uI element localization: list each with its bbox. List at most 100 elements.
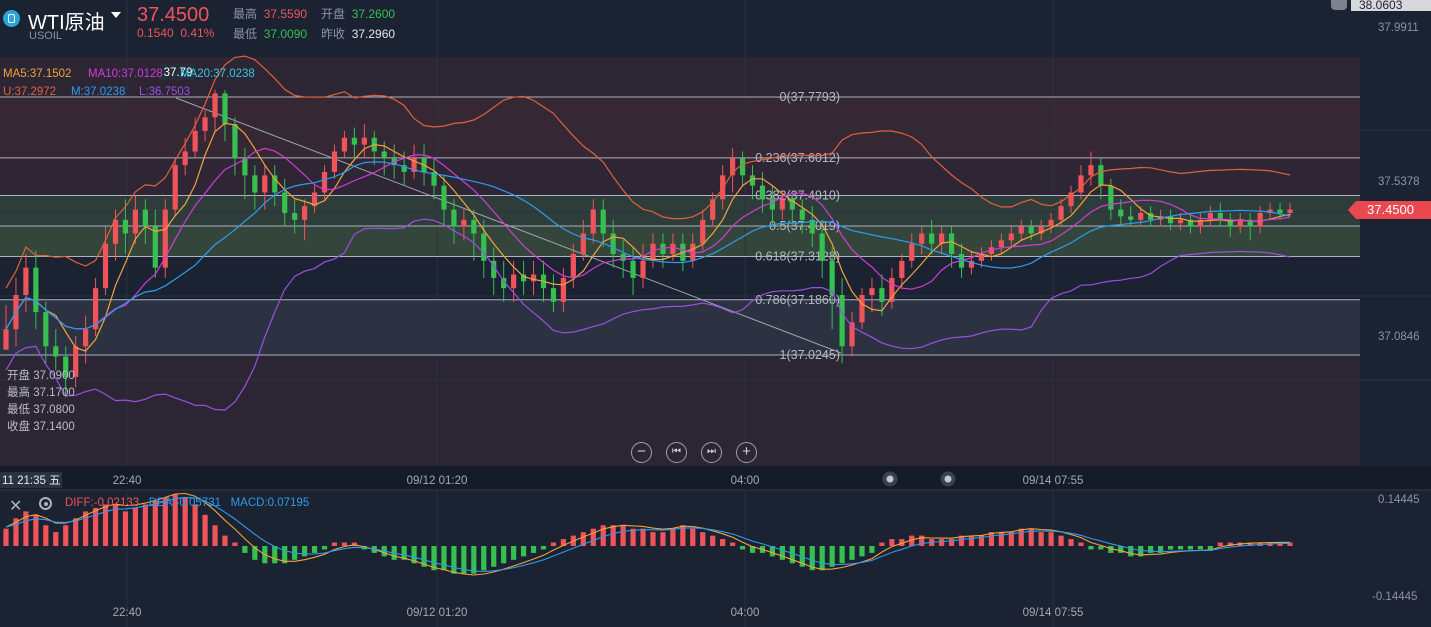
macd-bar xyxy=(530,546,537,553)
macd-bar xyxy=(1197,546,1204,550)
macd-bar xyxy=(43,525,49,546)
macd-bar xyxy=(1217,542,1223,546)
axis-top-label: 38.0603 xyxy=(1351,0,1431,11)
candle-body xyxy=(998,240,1004,248)
current-price-tag: 37.4500 xyxy=(1348,201,1431,219)
candle-body xyxy=(83,329,89,347)
candle-body xyxy=(1138,212,1144,220)
candle-body xyxy=(232,124,238,159)
macd-bar xyxy=(739,546,746,550)
ma5-legend: MA5:37.1502 xyxy=(3,68,72,80)
y-tick-label: 37.0846 xyxy=(1378,331,1420,343)
candle-body xyxy=(1048,219,1054,227)
candle-body xyxy=(640,260,646,278)
macd-bar xyxy=(132,507,138,546)
high-stat: 最高 37.5590 xyxy=(233,5,307,22)
candle-body xyxy=(869,288,875,296)
symbol-dropdown-icon[interactable] xyxy=(111,12,121,18)
cursor-open: 开盘 37.0900 xyxy=(7,370,75,382)
candle-body xyxy=(43,312,49,347)
macd-bar xyxy=(511,546,517,560)
candle-body xyxy=(23,267,29,296)
macd-bar xyxy=(441,546,447,571)
y-tick-label: 37.9911 xyxy=(1378,22,1419,34)
fib-zone xyxy=(0,299,1360,355)
candle-body xyxy=(948,233,955,254)
open-stat: 开盘 37.2600 xyxy=(321,5,395,22)
zoom-in-button[interactable]: + xyxy=(736,442,757,463)
y-tick-label: 37.5378 xyxy=(1378,176,1420,188)
candle-body xyxy=(879,288,885,302)
macd-bar xyxy=(92,507,99,546)
candle-body xyxy=(142,209,148,227)
boll-upper-legend: U:37.2972 xyxy=(3,86,57,98)
macd-bar xyxy=(939,539,945,546)
gear-icon[interactable] xyxy=(39,497,52,510)
candle-body xyxy=(1018,226,1024,234)
macd-bar xyxy=(1167,546,1174,550)
prev-button[interactable]: ⏮ xyxy=(666,442,687,463)
macd-bar xyxy=(3,528,9,546)
candle-body xyxy=(759,185,766,200)
macd-axis-top: 0.14445 xyxy=(1378,494,1420,506)
candle-body xyxy=(1118,209,1124,217)
candle-body xyxy=(570,253,576,278)
macd-bar xyxy=(63,525,69,546)
macd-bar xyxy=(520,546,527,557)
candle-body xyxy=(3,329,9,350)
macd-bar xyxy=(1078,542,1084,546)
candle-body xyxy=(829,260,835,296)
candle-body xyxy=(192,130,198,152)
candle-body xyxy=(590,209,596,234)
candle-body xyxy=(102,243,109,289)
macd-bar xyxy=(1068,539,1074,546)
ma10-legend: MA10:37.0128 xyxy=(88,68,163,80)
x-tick-label: 09/14 07:55 xyxy=(1023,475,1084,487)
scroll-handle-dot xyxy=(886,475,894,483)
cursor-close: 收盘 37.1400 xyxy=(7,421,75,433)
candle-body xyxy=(341,137,348,152)
prev-label: 昨收 xyxy=(321,27,346,41)
candle-body xyxy=(1108,185,1114,210)
next-button[interactable]: ⏭ xyxy=(701,442,722,463)
cursor-high: 最高 37.1700 xyxy=(7,387,75,399)
close-icon[interactable]: ✕ xyxy=(9,496,22,516)
candle-body xyxy=(441,185,447,210)
time-axis-bar xyxy=(0,466,1431,490)
macd-bar xyxy=(451,546,457,574)
candle-body xyxy=(560,277,566,302)
candle-body xyxy=(620,253,626,261)
candle-body xyxy=(1128,216,1134,220)
cursor-time: 11 21:35 五 xyxy=(2,475,61,487)
macd-bar xyxy=(700,532,706,546)
ma20-legend: MA20:37.0238 xyxy=(180,68,255,80)
candle-body xyxy=(1277,209,1283,213)
candle-body xyxy=(152,226,158,268)
x-tick-label: 22:40 xyxy=(113,475,142,487)
chart-canvas[interactable]: 0(37.7793) 0.236(37.6012) 0.382(37.4910) 0.… xyxy=(0,0,1431,627)
candle-body xyxy=(53,346,59,357)
boll-mid-legend: M:37.0238 xyxy=(71,86,126,98)
candle-body xyxy=(282,192,288,213)
macd-bar xyxy=(550,542,557,546)
macd-bar xyxy=(1187,546,1194,550)
macd-bar xyxy=(968,535,975,546)
candle-body xyxy=(172,165,178,210)
macd-bar xyxy=(540,546,547,550)
bell-icon[interactable] xyxy=(1331,0,1347,10)
zoom-out-button[interactable]: − xyxy=(631,442,652,463)
macd-bar xyxy=(650,532,656,546)
candle-body xyxy=(511,274,517,289)
candle-body xyxy=(550,288,557,302)
macd-bar xyxy=(1058,535,1064,546)
macd-bar xyxy=(331,542,338,546)
macd-bar xyxy=(242,546,248,553)
macd-bar xyxy=(839,546,845,564)
macd-bar xyxy=(869,546,875,553)
macd-bar xyxy=(849,546,855,560)
symbol-icon xyxy=(3,10,20,27)
fib-label: 1(37.0245) xyxy=(780,348,840,362)
candle-body xyxy=(600,209,606,234)
macd-bar xyxy=(341,542,348,546)
macd-bar xyxy=(730,542,736,546)
